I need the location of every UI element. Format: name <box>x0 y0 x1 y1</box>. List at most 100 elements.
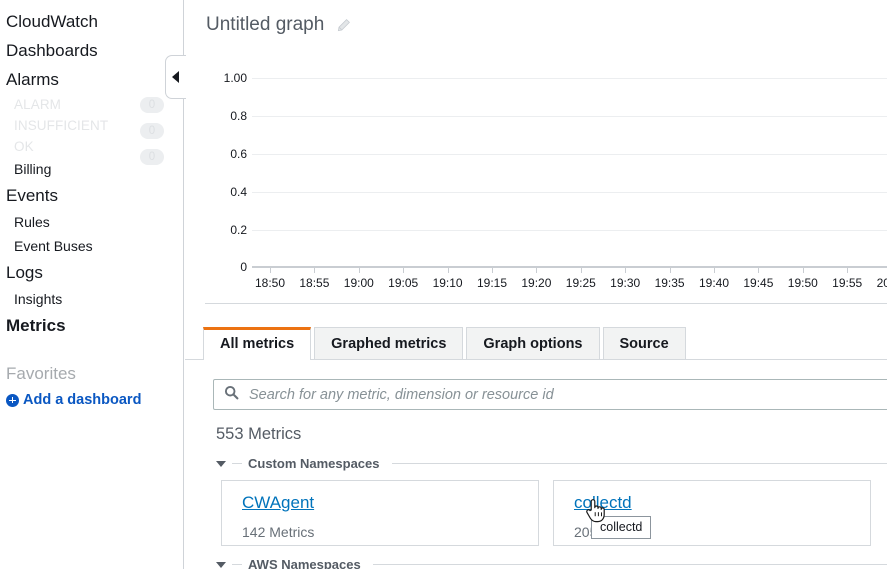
x-tick-label: 19:00 <box>343 276 374 290</box>
x-tick-label: 19:30 <box>610 276 641 290</box>
sidebar-item-cloudwatch[interactable]: CloudWatch <box>0 7 183 36</box>
y-tick-label: 0.2 <box>230 223 247 237</box>
sidebar-collapse-button[interactable] <box>165 55 186 99</box>
x-tick-mark <box>447 268 449 273</box>
x-tick-mark <box>492 268 493 273</box>
x-tick-mark <box>625 268 627 273</box>
sidebar-item-events[interactable]: Events <box>0 181 183 210</box>
alarm-state-label: OK <box>14 139 34 154</box>
tab-all-metrics[interactable]: All metrics <box>203 327 312 360</box>
sidebar-nav: CloudWatch Dashboards Alarms ALARM 0 INS… <box>0 0 183 410</box>
x-tick-mark <box>270 268 271 273</box>
y-tick-label: 0.4 <box>230 185 247 199</box>
section-header-aws-namespaces: AWS Namespaces <box>216 557 887 569</box>
x-tick-label: 19:45 <box>743 276 774 290</box>
plus-circle-icon <box>6 393 19 407</box>
sidebar-item-metrics[interactable]: Metrics <box>0 311 183 340</box>
x-axis-ticks: 18:50 18:55 19:00 19:05 19:10 19:15 19:20 19:25… <box>185 268 887 298</box>
section-dash <box>232 564 242 565</box>
add-dashboard-button[interactable]: Add a dashboard <box>0 390 183 410</box>
namespace-metric-count: 142 Metrics <box>242 524 315 540</box>
metric-graph: 1.00 0.8 0.6 0.4 0.2 0 18:50 18:55 19:00 19… <box>185 55 887 300</box>
x-tick-label: 19:35 <box>654 276 685 290</box>
x-tick-label: 20:00 <box>876 276 887 290</box>
x-tick-mark <box>669 268 671 273</box>
alarm-state-badge: 0 <box>140 149 164 165</box>
sidebar-item-alarm-state-insufficient[interactable]: INSUFFICIENT 0 <box>0 115 183 139</box>
search-input[interactable] <box>247 385 851 404</box>
x-tick-label: 19:10 <box>432 276 463 290</box>
sidebar: CloudWatch Dashboards Alarms ALARM 0 INS… <box>0 0 184 569</box>
caret-down-icon[interactable] <box>216 561 226 568</box>
sidebar-item-alarm-state-alarm[interactable]: ALARM 0 <box>0 94 183 115</box>
gridline <box>252 192 887 193</box>
page-title: Untitled graph <box>206 14 325 35</box>
section-label: AWS Namespaces <box>248 557 361 569</box>
cloudwatch-metrics-page: CloudWatch Dashboards Alarms ALARM 0 INS… <box>0 0 887 569</box>
pencil-icon[interactable] <box>336 18 351 33</box>
sidebar-item-insights[interactable]: Insights <box>0 287 183 311</box>
alarm-state-badge: 0 <box>140 123 164 139</box>
gridline <box>252 230 887 231</box>
add-dashboard-label: Add a dashboard <box>23 392 142 408</box>
namespace-link[interactable]: CWAgent <box>242 493 314 513</box>
sidebar-item-event-buses[interactable]: Event Buses <box>0 234 183 258</box>
gridline <box>252 78 887 79</box>
x-tick-mark <box>403 268 405 273</box>
tab-graphed-metrics[interactable]: Graphed metrics <box>314 327 464 360</box>
favorites-heading: Favorites <box>6 364 76 383</box>
x-tick-label: 19:40 <box>698 276 730 290</box>
x-tick-label: 19:55 <box>832 276 863 290</box>
x-tick-mark <box>847 268 849 273</box>
x-tick-mark <box>714 268 715 273</box>
gridline <box>252 116 887 117</box>
active-tab-mask <box>204 359 299 361</box>
tab-strip: All metrics Graphed metrics Graph option… <box>203 327 689 360</box>
x-tick-mark <box>758 268 760 273</box>
y-axis-ticks: 1.00 0.8 0.6 0.4 0.2 0 <box>195 55 247 300</box>
section-label: Custom Namespaces <box>248 456 380 471</box>
sidebar-item-rules[interactable]: Rules <box>0 210 183 234</box>
x-tick-label: 19:25 <box>565 276 596 290</box>
x-tick-mark <box>536 268 538 273</box>
x-tick-mark <box>802 268 804 273</box>
x-tick-label: 19:20 <box>521 276 552 290</box>
section-rule <box>391 463 887 464</box>
graph-header: Untitled graph <box>206 14 351 36</box>
alarm-state-label: ALARM <box>14 97 62 112</box>
sidebar-item-alarm-state-ok[interactable]: OK 0 <box>0 136 183 165</box>
namespace-card-cwagent[interactable]: CWAgent 142 Metrics <box>221 480 539 546</box>
x-tick-label: 19:15 <box>476 276 508 290</box>
alarm-state-label: INSUFFICIENT <box>14 118 109 133</box>
y-tick-label: 0.6 <box>230 147 247 161</box>
sidebar-item-logs[interactable]: Logs <box>0 258 183 287</box>
alarm-state-badge: 0 <box>140 97 164 113</box>
y-tick-label: 0.8 <box>230 109 247 123</box>
caret-left-icon <box>172 71 179 83</box>
tab-graph-options[interactable]: Graph options <box>466 327 600 360</box>
sidebar-item-dashboards[interactable]: Dashboards <box>0 36 183 65</box>
x-tick-label: 18:55 <box>299 276 330 290</box>
search-box[interactable] <box>213 379 887 410</box>
x-tick-label: 18:50 <box>254 276 286 290</box>
search-icon <box>224 385 239 405</box>
x-tick-mark <box>358 268 360 273</box>
x-tick-mark <box>314 268 316 273</box>
tooltip: collectd <box>591 516 652 539</box>
alarm-state-list: ALARM 0 INSUFFICIENT 0 OK 0 <box>0 94 183 165</box>
caret-down-icon[interactable] <box>216 460 226 467</box>
y-tick-label: 1.00 <box>223 71 247 85</box>
section-rule <box>372 564 887 565</box>
section-header-custom-namespaces: Custom Namespaces <box>216 456 887 471</box>
sidebar-item-alarms[interactable]: Alarms <box>0 65 183 94</box>
x-tick-label: 19:50 <box>787 276 818 290</box>
x-tick-mark <box>580 268 582 273</box>
graph-divider <box>205 303 887 304</box>
x-tick-label: 19:05 <box>388 276 419 290</box>
namespace-link[interactable]: collectd <box>574 493 632 513</box>
gridline <box>252 154 887 155</box>
metrics-count-label: 553 Metrics <box>216 425 302 443</box>
section-dash <box>232 463 242 464</box>
tab-source[interactable]: Source <box>602 327 686 360</box>
